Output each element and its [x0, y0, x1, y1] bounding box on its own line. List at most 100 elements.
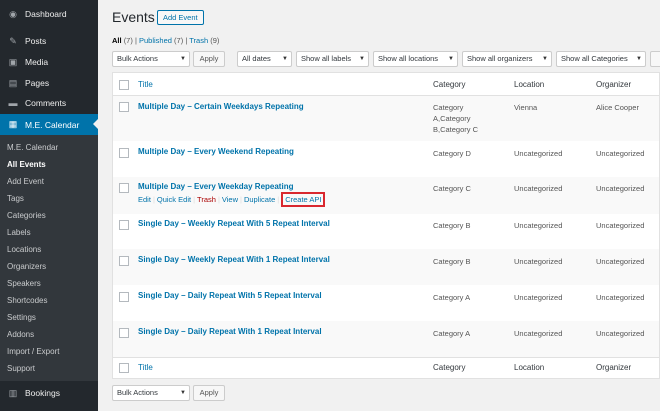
edit-action[interactable]: Edit	[138, 195, 151, 204]
locations-filter-select[interactable]: Show all locations ▼	[373, 51, 458, 67]
menu-dashboard-label: Dashboard	[25, 9, 67, 19]
apply-button-top[interactable]: Apply	[193, 51, 225, 67]
row-actions: Edit | Quick Edit | Trash | View | Duplicate | Cre…	[138, 192, 326, 207]
chevron-down-icon: ▼	[542, 56, 548, 62]
apply-button-bottom[interactable]: Apply	[193, 385, 225, 401]
menu-pages[interactable]: ▤ Pages	[0, 75, 98, 91]
location-cell: Uncategorized	[514, 329, 563, 338]
category-cell: Category C	[433, 184, 471, 193]
chevron-down-icon: ▼	[359, 56, 365, 62]
event-title-link[interactable]: Single Day – Daily Repeat With 5 Repeat …	[138, 291, 322, 300]
category-cell: Category D	[433, 149, 471, 158]
page-title: Events	[112, 9, 155, 25]
view-action[interactable]: View	[222, 195, 238, 204]
column-category: Category	[433, 80, 466, 89]
submenu-me-calendar[interactable]: M.E. Calendar	[7, 143, 58, 152]
location-cell: Vienna	[514, 103, 538, 112]
event-title-link[interactable]: Single Day – Weekly Repeat With 1 Repeat…	[138, 255, 330, 264]
submenu-all-events[interactable]: All Events	[7, 160, 46, 169]
column-organizer-footer: Organizer	[596, 363, 632, 372]
event-title-link[interactable]: Multiple Day – Every Weekend Repeating	[138, 147, 294, 156]
location-cell: Uncategorized	[514, 293, 563, 302]
event-title-link[interactable]: Single Day – Daily Repeat With 1 Repeat …	[138, 327, 322, 336]
submenu-labels[interactable]: Labels	[7, 228, 31, 237]
quick-edit-action[interactable]: Quick Edit	[157, 195, 191, 204]
organizer-cell: Alice Cooper	[596, 103, 639, 112]
chevron-down-icon: ▼	[180, 390, 186, 396]
row-checkbox[interactable]	[119, 183, 129, 193]
admin-sidebar: ◉ Dashboard ✎ Posts ▣ Media ▤ Pages ▬ Co…	[0, 0, 98, 411]
row-checkbox[interactable]	[119, 328, 129, 338]
submenu-speakers[interactable]: Speakers	[7, 279, 41, 288]
event-title-link[interactable]: Multiple Day – Every Weekday Repeating	[138, 182, 293, 191]
submenu-locations[interactable]: Locations	[7, 245, 41, 254]
footer-divider	[113, 357, 659, 358]
dashboard-icon: ◉	[9, 8, 17, 19]
view-trash[interactable]: Trash (9)	[189, 36, 219, 45]
submenu-categories[interactable]: Categories	[7, 211, 46, 220]
menu-pages-label: Pages	[25, 78, 50, 88]
submenu-organizers[interactable]: Organizers	[7, 262, 46, 271]
row-checkbox[interactable]	[119, 102, 129, 112]
categories-filter-select[interactable]: Show all Categories ▼	[556, 51, 646, 67]
bulk-actions-select-bottom[interactable]: Bulk Actions ▼	[112, 385, 190, 401]
dates-filter-select[interactable]: All dates ▼	[237, 51, 292, 67]
organizer-cell: Uncategorized	[596, 184, 645, 193]
chevron-down-icon: ▼	[282, 56, 288, 62]
category-cell: Category B	[433, 257, 471, 266]
select-all-checkbox[interactable]	[119, 80, 129, 90]
view-published[interactable]: Published (7)	[139, 36, 183, 45]
add-event-button[interactable]: Add Event	[157, 10, 204, 25]
submenu-settings[interactable]: Settings	[7, 313, 36, 322]
menu-media[interactable]: ▣ Media	[0, 54, 98, 70]
trash-action[interactable]: Trash	[197, 195, 216, 204]
menu-me-calendar[interactable]: ▦ M.E. Calendar	[0, 114, 98, 135]
events-table: Title Category Location Organizer Multip…	[112, 72, 660, 379]
organizer-cell: Uncategorized	[596, 293, 645, 302]
submenu-add-event[interactable]: Add Event	[7, 177, 44, 186]
event-title-link[interactable]: Single Day – Weekly Repeat With 5 Repeat…	[138, 219, 330, 228]
category-cell: Category B	[433, 221, 471, 230]
menu-me-calendar-label: M.E. Calendar	[25, 119, 80, 130]
pin-icon: ✎	[9, 35, 17, 46]
bookings-icon: ▥	[8, 387, 18, 398]
row-checkbox[interactable]	[119, 292, 129, 302]
select-all-checkbox-footer[interactable]	[119, 363, 129, 373]
column-title[interactable]: Title	[138, 80, 153, 89]
submenu-addons[interactable]: Addons	[7, 330, 34, 339]
column-title-footer[interactable]: Title	[138, 363, 153, 372]
submenu-support[interactable]: Support	[7, 364, 35, 373]
organizer-cell: Uncategorized	[596, 149, 645, 158]
organizers-filter-select[interactable]: Show all organizers ▼	[462, 51, 552, 67]
submenu-import-export[interactable]: Import / Export	[7, 347, 59, 356]
organizer-cell: Uncategorized	[596, 257, 645, 266]
status-views: All (7) | Published (7) | Trash (9)	[112, 36, 220, 45]
location-cell: Uncategorized	[514, 221, 563, 230]
duplicate-action[interactable]: Duplicate	[244, 195, 275, 204]
chevron-down-icon: ▼	[448, 56, 454, 62]
create-api-action[interactable]: Create API	[281, 192, 326, 207]
view-all[interactable]: All (7)	[112, 36, 133, 45]
menu-posts[interactable]: ✎ Posts	[0, 33, 98, 49]
pages-icon: ▤	[8, 77, 18, 88]
row-checkbox[interactable]	[119, 256, 129, 266]
category-cell: Category A,Category B,Category C	[433, 103, 479, 134]
menu-dashboard[interactable]: ◉ Dashboard	[0, 6, 98, 22]
submenu-shortcodes[interactable]: Shortcodes	[7, 296, 47, 305]
row-checkbox[interactable]	[119, 148, 129, 158]
category-cell: Category A	[433, 293, 471, 302]
menu-bookings-label: Bookings	[25, 388, 60, 398]
location-cell: Uncategorized	[514, 149, 563, 158]
comment-icon: ▬	[8, 98, 18, 108]
row-checkbox[interactable]	[119, 220, 129, 230]
bulk-actions-select-top[interactable]: Bulk Actions ▼	[112, 51, 190, 67]
menu-bookings[interactable]: ▥ Bookings	[0, 385, 98, 401]
organizer-cell: Uncategorized	[596, 329, 645, 338]
menu-comments[interactable]: ▬ Comments	[0, 95, 98, 111]
labels-filter-select[interactable]: Show all labels ▼	[296, 51, 369, 67]
column-category-footer: Category	[433, 363, 466, 372]
menu-posts-label: Posts	[25, 36, 47, 46]
submenu-tags[interactable]: Tags	[7, 194, 24, 203]
event-title-link[interactable]: Multiple Day – Certain Weekdays Repeatin…	[138, 102, 304, 111]
filter-button-partial[interactable]	[650, 51, 660, 67]
